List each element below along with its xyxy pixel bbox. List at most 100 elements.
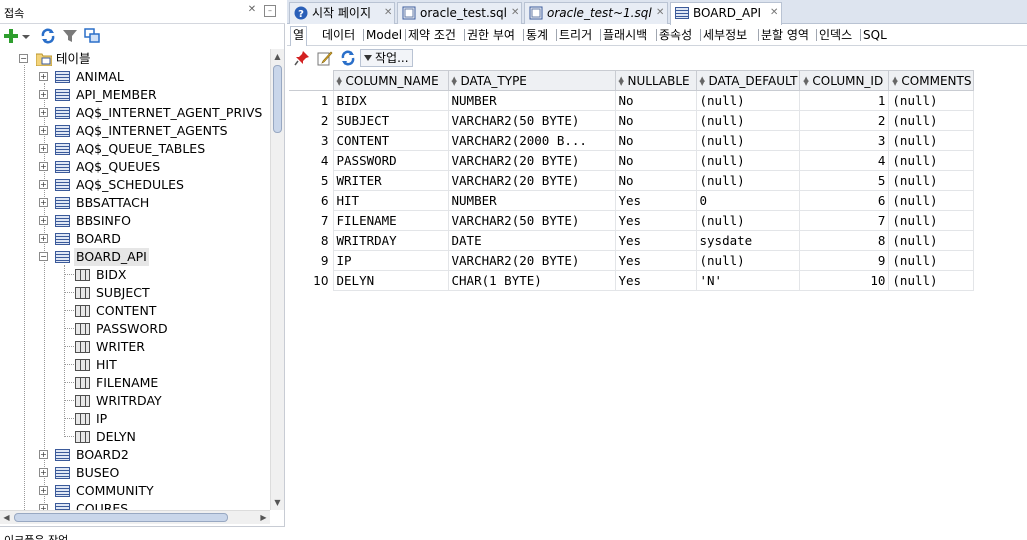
cell-column-id[interactable]: 5 [799, 170, 890, 191]
table-row[interactable]: 9 IP VARCHAR2(20 BYTE) Yes (null) 9 (null) [289, 250, 975, 271]
close-icon[interactable]: ✕ [246, 5, 258, 17]
tree-horizontal-scrollbar[interactable]: ◀ ▶ [0, 510, 270, 524]
subtab-flashback[interactable]: 플래시백 [603, 27, 647, 45]
cell-data-default[interactable]: sysdate [695, 230, 801, 251]
expand-icon[interactable]: + [39, 216, 48, 225]
cell-data-default[interactable]: 0 [695, 190, 801, 211]
expand-icon[interactable]: + [39, 126, 48, 135]
column-header[interactable]: ▲ ▼ DATA_DEFAULT [695, 70, 801, 91]
close-tab-icon[interactable]: ✕ [656, 3, 664, 23]
tab-start-page[interactable]: ? 시작 페이지 ✕ [289, 2, 395, 24]
subtab-grants[interactable]: 권한 부여 [467, 27, 515, 45]
cell-data-default[interactable]: (null) [695, 110, 801, 131]
column-header[interactable]: ▲ ▼ COLUMN_NAME [332, 70, 449, 91]
subtab-triggers[interactable]: 트리거 [559, 27, 592, 45]
cell-nullable[interactable]: Yes [614, 270, 697, 291]
cell-data-type[interactable]: VARCHAR2(20 BYTE) [447, 170, 616, 191]
tab-board-api[interactable]: BOARD_API ✕ [670, 2, 782, 25]
cell-column-name[interactable]: BIDX [332, 90, 449, 111]
cell-column-id[interactable]: 2 [799, 110, 890, 131]
column-header[interactable]: ▲ ▼ COMMENTS [888, 70, 975, 91]
cell-nullable[interactable]: Yes [614, 250, 697, 271]
cell-data-type[interactable]: CHAR(1 BYTE) [447, 270, 616, 291]
cell-column-name[interactable]: PASSWORD [332, 150, 449, 171]
subtab-details[interactable]: 세부정보 [703, 27, 747, 45]
cell-data-type[interactable]: DATE [447, 230, 616, 251]
cell-column-id[interactable]: 9 [799, 250, 890, 271]
table-row[interactable]: 4 PASSWORD VARCHAR2(20 BYTE) No (null) 4 (null… [289, 150, 975, 171]
scroll-up-icon[interactable]: ▲ [271, 50, 284, 63]
cell-column-name[interactable]: WRITRDAY [332, 230, 449, 251]
expand-icon[interactable]: + [39, 144, 48, 153]
cell-nullable[interactable]: No [614, 130, 697, 151]
cell-data-default[interactable]: (null) [695, 170, 801, 191]
cell-column-name[interactable]: CONTENT [332, 130, 449, 151]
close-tab-icon[interactable]: ✕ [511, 3, 519, 23]
table-row[interactable]: 8 WRITRDAY DATE Yes sysdate 8 (null) [289, 230, 975, 251]
column-header[interactable]: ▲ ▼ DATA_TYPE [447, 70, 616, 91]
cell-comments[interactable]: (null) [888, 210, 975, 231]
expand-icon[interactable]: + [39, 108, 48, 117]
cell-data-default[interactable]: (null) [695, 150, 801, 171]
cell-column-name[interactable]: SUBJECT [332, 110, 449, 131]
cell-column-id[interactable]: 6 [799, 190, 890, 211]
cell-column-id[interactable]: 1 [799, 90, 890, 111]
cell-data-type[interactable]: VARCHAR2(20 BYTE) [447, 250, 616, 271]
cell-comments[interactable]: (null) [888, 190, 975, 211]
cell-comments[interactable]: (null) [888, 270, 975, 291]
scroll-left-icon[interactable]: ◀ [0, 511, 13, 524]
cell-nullable[interactable]: Yes [614, 230, 697, 251]
cell-data-type[interactable]: VARCHAR2(20 BYTE) [447, 150, 616, 171]
collapse-icon[interactable]: − [39, 252, 48, 261]
expand-icon[interactable]: + [39, 180, 48, 189]
scroll-right-icon[interactable]: ▶ [257, 511, 270, 524]
cell-column-name[interactable]: WRITER [332, 170, 449, 191]
cell-column-id[interactable]: 10 [799, 270, 890, 291]
expand-icon[interactable]: + [39, 90, 48, 99]
cell-data-type[interactable]: VARCHAR2(50 BYTE) [447, 110, 616, 131]
expand-icon[interactable]: + [39, 198, 48, 207]
cell-column-id[interactable]: 4 [799, 150, 890, 171]
cell-comments[interactable]: (null) [888, 250, 975, 271]
expand-icon[interactable]: + [39, 162, 48, 171]
cell-data-default[interactable]: (null) [695, 250, 801, 271]
minimize-icon[interactable]: – [264, 5, 276, 17]
cell-data-default[interactable]: (null) [695, 130, 801, 151]
subtab-indexes[interactable]: 인덱스 [819, 27, 852, 45]
scroll-thumb[interactable] [14, 513, 228, 522]
table-row[interactable]: 3 CONTENT VARCHAR2(2000 B... No (null) 3 (null… [289, 130, 975, 151]
table-row[interactable]: 10 DELYN CHAR(1 BYTE) Yes 'N' 10 (null) [289, 270, 975, 291]
subtab-partitions[interactable]: 분할 영역 [761, 27, 809, 45]
subtab-statistics[interactable]: 통계 [526, 27, 548, 45]
edit-icon[interactable] [317, 50, 333, 66]
cell-column-id[interactable]: 7 [799, 210, 890, 231]
cell-nullable[interactable]: No [614, 110, 697, 131]
cell-nullable[interactable]: No [614, 90, 697, 111]
subtab-dependencies[interactable]: 종속성 [659, 27, 692, 45]
cell-data-default[interactable]: (null) [695, 90, 801, 111]
tab-oracle-test-1-sql[interactable]: oracle_test~1.sql ✕ [524, 2, 668, 24]
table-row[interactable]: 7 FILENAME VARCHAR2(50 BYTE) Yes (null) 7 (nul… [289, 210, 975, 231]
cell-nullable[interactable]: Yes [614, 190, 697, 211]
cell-comments[interactable]: (null) [888, 170, 975, 191]
schema-browser-icon[interactable] [84, 28, 100, 44]
cell-column-name[interactable]: IP [332, 250, 449, 271]
cell-data-default[interactable]: (null) [695, 210, 801, 231]
expand-icon[interactable]: + [39, 486, 48, 495]
cell-column-id[interactable]: 8 [799, 230, 890, 251]
cell-data-type[interactable]: VARCHAR2(50 BYTE) [447, 210, 616, 231]
cell-comments[interactable]: (null) [888, 130, 975, 151]
cell-nullable[interactable]: No [614, 150, 697, 171]
dropdown-arrow-icon[interactable] [21, 28, 31, 44]
expand-icon[interactable]: + [39, 72, 48, 81]
cell-data-type[interactable]: VARCHAR2(2000 B... [447, 130, 616, 151]
subtab-data[interactable]: 데이터 [322, 27, 355, 45]
scroll-thumb[interactable] [273, 65, 282, 133]
table-row[interactable]: 5 WRITER VARCHAR2(20 BYTE) No (null) 5 (null) [289, 170, 975, 191]
expand-icon[interactable]: + [39, 234, 48, 243]
add-connection-icon[interactable] [3, 28, 19, 44]
subtab-model[interactable]: Model [366, 27, 402, 45]
subtab-sql[interactable]: SQL [863, 27, 887, 45]
cell-nullable[interactable]: No [614, 170, 697, 191]
cell-comments[interactable]: (null) [888, 110, 975, 131]
